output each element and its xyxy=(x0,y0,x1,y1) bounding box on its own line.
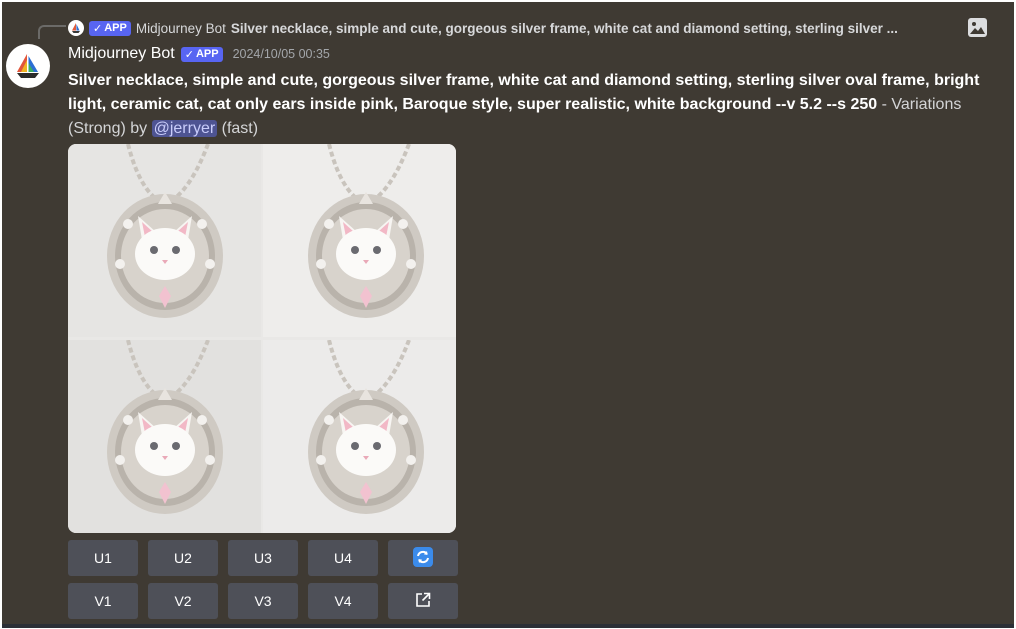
reply-preview[interactable]: ✓ APP Midjourney Bot Silver necklace, si… xyxy=(68,16,968,40)
prompt-text: Silver necklace, simple and cute, gorgeo… xyxy=(68,72,980,113)
reply-text[interactable]: Silver necklace, simple and cute, gorgeo… xyxy=(231,21,898,36)
grid-image-1[interactable] xyxy=(68,144,261,337)
grid-image-3[interactable] xyxy=(68,340,261,533)
cat-pendant-image xyxy=(68,144,261,337)
image-icon[interactable] xyxy=(968,18,987,37)
grid-image-2[interactable] xyxy=(263,144,456,337)
variation-button-1[interactable]: V1 xyxy=(68,583,138,619)
upscale-button-2[interactable]: U2 xyxy=(148,540,218,576)
separator: - xyxy=(877,96,892,113)
verified-check-icon: ✓ xyxy=(184,48,194,61)
upscale-button-4[interactable]: U4 xyxy=(308,540,378,576)
bot-mini-avatar xyxy=(68,20,84,36)
image-grid[interactable] xyxy=(68,144,456,533)
app-badge: ✓ APP xyxy=(180,46,223,62)
open-in-browser-button[interactable] xyxy=(388,583,458,619)
sailboat-icon xyxy=(72,23,80,33)
bot-avatar[interactable] xyxy=(6,44,50,88)
bottom-edge xyxy=(2,624,1014,628)
cat-pendant-image xyxy=(68,340,261,533)
variation-button-3[interactable]: V3 xyxy=(228,583,298,619)
variation-button-2[interactable]: V2 xyxy=(148,583,218,619)
grid-image-4[interactable] xyxy=(263,340,456,533)
reroll-button[interactable] xyxy=(388,540,458,576)
cat-pendant-image xyxy=(263,340,456,533)
external-link-icon xyxy=(414,591,432,612)
sailboat-logo-icon xyxy=(17,54,39,78)
speed-label: (fast) xyxy=(217,120,259,137)
verified-check-icon: ✓ xyxy=(93,22,103,35)
app-badge: ✓ APP xyxy=(89,20,131,36)
message-header: Midjourney Bot ✓ APP 2024/10/05 00:35 xyxy=(68,45,330,63)
timestamp: 2024/10/05 00:35 xyxy=(232,47,330,61)
reply-connector-line xyxy=(38,25,66,39)
upscale-button-1[interactable]: U1 xyxy=(68,540,138,576)
variation-button-4[interactable]: V4 xyxy=(308,583,378,619)
user-mention[interactable]: @jerryer xyxy=(151,120,218,137)
reply-author[interactable]: Midjourney Bot xyxy=(136,21,226,36)
message-content: Silver necklace, simple and cute, gorgeo… xyxy=(68,69,998,141)
author-name[interactable]: Midjourney Bot xyxy=(68,45,175,63)
refresh-icon xyxy=(412,546,434,571)
chat-message-area: ✓ APP Midjourney Bot Silver necklace, si… xyxy=(2,2,1014,624)
cat-pendant-image xyxy=(263,144,456,337)
upscale-button-3[interactable]: U3 xyxy=(228,540,298,576)
